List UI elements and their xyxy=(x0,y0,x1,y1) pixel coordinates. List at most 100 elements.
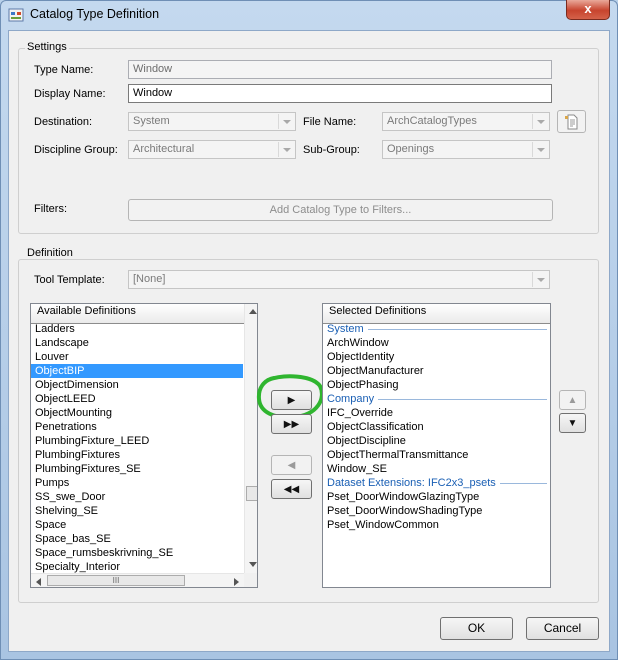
tool-template-value: [None] xyxy=(133,273,166,285)
destination-value: System xyxy=(133,115,170,127)
title-bar[interactable]: Catalog Type Definition x xyxy=(0,0,618,30)
selected-definition-item[interactable]: ArchWindow xyxy=(323,336,550,350)
scroll-thumb-grip: III xyxy=(112,576,120,585)
selected-definition-item[interactable]: ObjectPhasing xyxy=(323,378,550,392)
type-name-label: Type Name: xyxy=(34,64,94,76)
available-definition-item[interactable]: Penetrations xyxy=(31,420,243,434)
destination-combo[interactable]: System xyxy=(128,112,296,131)
selected-definition-category: Dataset Extensions: IFC2x3_psets xyxy=(323,476,550,490)
available-definition-item[interactable]: PlumbingFixtures_SE xyxy=(31,462,243,476)
category-label: Dataset Extensions: IFC2x3_psets xyxy=(327,477,496,489)
selected-definition-item[interactable]: ObjectClassification xyxy=(323,420,550,434)
sub-group-label: Sub-Group: xyxy=(303,144,360,156)
scroll-thumb-vertical[interactable] xyxy=(246,486,257,501)
filters-label: Filters: xyxy=(34,203,67,215)
selected-definition-item[interactable]: ObjectThermalTransmittance xyxy=(323,448,550,462)
display-name-field[interactable]: Window xyxy=(128,84,552,103)
scroll-down-icon[interactable] xyxy=(246,557,257,570)
file-browse-button[interactable] xyxy=(557,110,586,133)
selected-definition-item[interactable]: IFC_Override xyxy=(323,406,550,420)
scroll-left-icon[interactable] xyxy=(32,575,44,587)
available-definition-item[interactable]: ObjectMounting xyxy=(31,406,243,420)
tool-template-combo[interactable]: [None] xyxy=(128,270,550,289)
available-definitions-list[interactable]: Available Definitions Ladders Landscape Lo… xyxy=(30,303,258,588)
close-button[interactable]: x xyxy=(566,0,610,20)
scroll-right-icon[interactable] xyxy=(229,575,241,587)
category-divider xyxy=(378,399,547,400)
file-name-label: File Name: xyxy=(303,116,357,128)
available-definition-item[interactable]: ObjectDimension xyxy=(31,378,243,392)
available-definition-item[interactable]: ObjectBIP xyxy=(31,364,243,378)
window-title: Catalog Type Definition xyxy=(30,7,160,21)
available-definition-item[interactable]: Landscape xyxy=(31,336,243,350)
selected-definition-item[interactable]: ObjectIdentity xyxy=(323,350,550,364)
selected-definition-category: System xyxy=(323,322,550,336)
move-up-button[interactable]: ▲ xyxy=(559,390,586,410)
selected-definition-item[interactable]: Pset_DoorWindowGlazingType xyxy=(323,490,550,504)
double-arrow-right-icon: ▶▶ xyxy=(283,419,300,430)
document-icon xyxy=(564,114,577,130)
selected-definition-item[interactable]: Pset_WindowCommon xyxy=(323,518,550,532)
chevron-down-icon[interactable] xyxy=(278,114,294,129)
remove-definition-button[interactable]: ◀ xyxy=(271,455,312,475)
file-name-combo[interactable]: ArchCatalogTypes xyxy=(382,112,550,131)
sub-group-value: Openings xyxy=(387,143,435,155)
chevron-down-icon[interactable] xyxy=(532,114,548,129)
discipline-group-value: Architectural xyxy=(133,143,195,155)
scroll-corner xyxy=(244,573,257,587)
destination-label: Destination: xyxy=(34,116,93,128)
discipline-group-combo[interactable]: Architectural xyxy=(128,140,296,159)
available-definition-item[interactable]: ObjectLEED xyxy=(31,392,243,406)
available-definition-item[interactable]: PlumbingFixture_LEED xyxy=(31,434,243,448)
available-definition-item[interactable]: Ladders xyxy=(31,322,243,336)
available-definition-item[interactable]: Pumps xyxy=(31,476,243,490)
move-down-button[interactable]: ▼ xyxy=(559,413,586,433)
category-label: System xyxy=(327,323,364,335)
category-label: Company xyxy=(327,393,375,405)
scroll-up-icon[interactable] xyxy=(246,305,257,318)
category-divider xyxy=(368,329,547,330)
selected-definition-item[interactable]: Pset_DoorWindowShadingType xyxy=(323,504,550,518)
ok-button[interactable]: OK xyxy=(440,617,513,640)
arrow-left-icon: ◀ xyxy=(287,460,296,471)
sub-group-combo[interactable]: Openings xyxy=(382,140,550,159)
arrow-down-icon: ▼ xyxy=(567,418,578,429)
available-definition-item[interactable]: Louver xyxy=(31,350,243,364)
selected-definitions-header: Selected Definitions xyxy=(323,304,550,324)
tool-template-label: Tool Template: xyxy=(34,274,105,286)
app-icon xyxy=(8,8,24,22)
available-definition-item[interactable]: Shelving_SE xyxy=(31,504,243,518)
chevron-down-icon[interactable] xyxy=(532,142,548,157)
discipline-group-label: Discipline Group: xyxy=(34,144,118,156)
available-definition-item[interactable]: Space_bas_SE xyxy=(31,532,243,546)
available-definition-item[interactable]: PlumbingFixtures xyxy=(31,448,243,462)
selected-definition-item[interactable]: Window_SE xyxy=(323,462,550,476)
available-definition-item[interactable]: Space xyxy=(31,518,243,532)
file-name-value: ArchCatalogTypes xyxy=(387,115,477,127)
available-definitions-rows: Ladders Landscape Louver ObjectBIP ObjectDim… xyxy=(31,322,243,574)
chevron-down-icon[interactable] xyxy=(278,142,294,157)
selected-definition-item[interactable]: ObjectManufacturer xyxy=(323,364,550,378)
scroll-thumb-horizontal[interactable]: III xyxy=(47,575,185,586)
double-arrow-left-icon: ◀◀ xyxy=(283,484,300,495)
chevron-down-icon[interactable] xyxy=(532,272,548,287)
arrow-up-icon: ▲ xyxy=(567,395,578,406)
definition-group-label: Definition xyxy=(25,247,75,259)
category-divider xyxy=(500,483,547,484)
available-definition-item[interactable]: Space_rumsbeskrivning_SE xyxy=(31,546,243,560)
display-name-label: Display Name: xyxy=(34,88,106,100)
type-name-field[interactable]: Window xyxy=(128,60,552,79)
cancel-button[interactable]: Cancel xyxy=(526,617,599,640)
available-definition-item[interactable]: SS_swe_Door xyxy=(31,490,243,504)
vertical-scrollbar[interactable] xyxy=(244,304,257,573)
add-to-filters-button[interactable]: Add Catalog Type to Filters... xyxy=(128,199,553,221)
selected-definition-item[interactable]: ObjectDiscipline xyxy=(323,434,550,448)
settings-group-label: Settings xyxy=(25,41,69,53)
selected-definition-category: Company xyxy=(323,392,550,406)
available-definition-item[interactable]: Specialty_Interior xyxy=(31,560,243,574)
add-all-definitions-button[interactable]: ▶▶ xyxy=(271,414,312,434)
horizontal-scrollbar[interactable]: III xyxy=(31,573,244,587)
remove-all-definitions-button[interactable]: ◀◀ xyxy=(271,479,312,499)
selected-definitions-list[interactable]: Selected Definitions System ArchWindow Obj… xyxy=(322,303,551,588)
available-definitions-header: Available Definitions xyxy=(31,304,256,324)
